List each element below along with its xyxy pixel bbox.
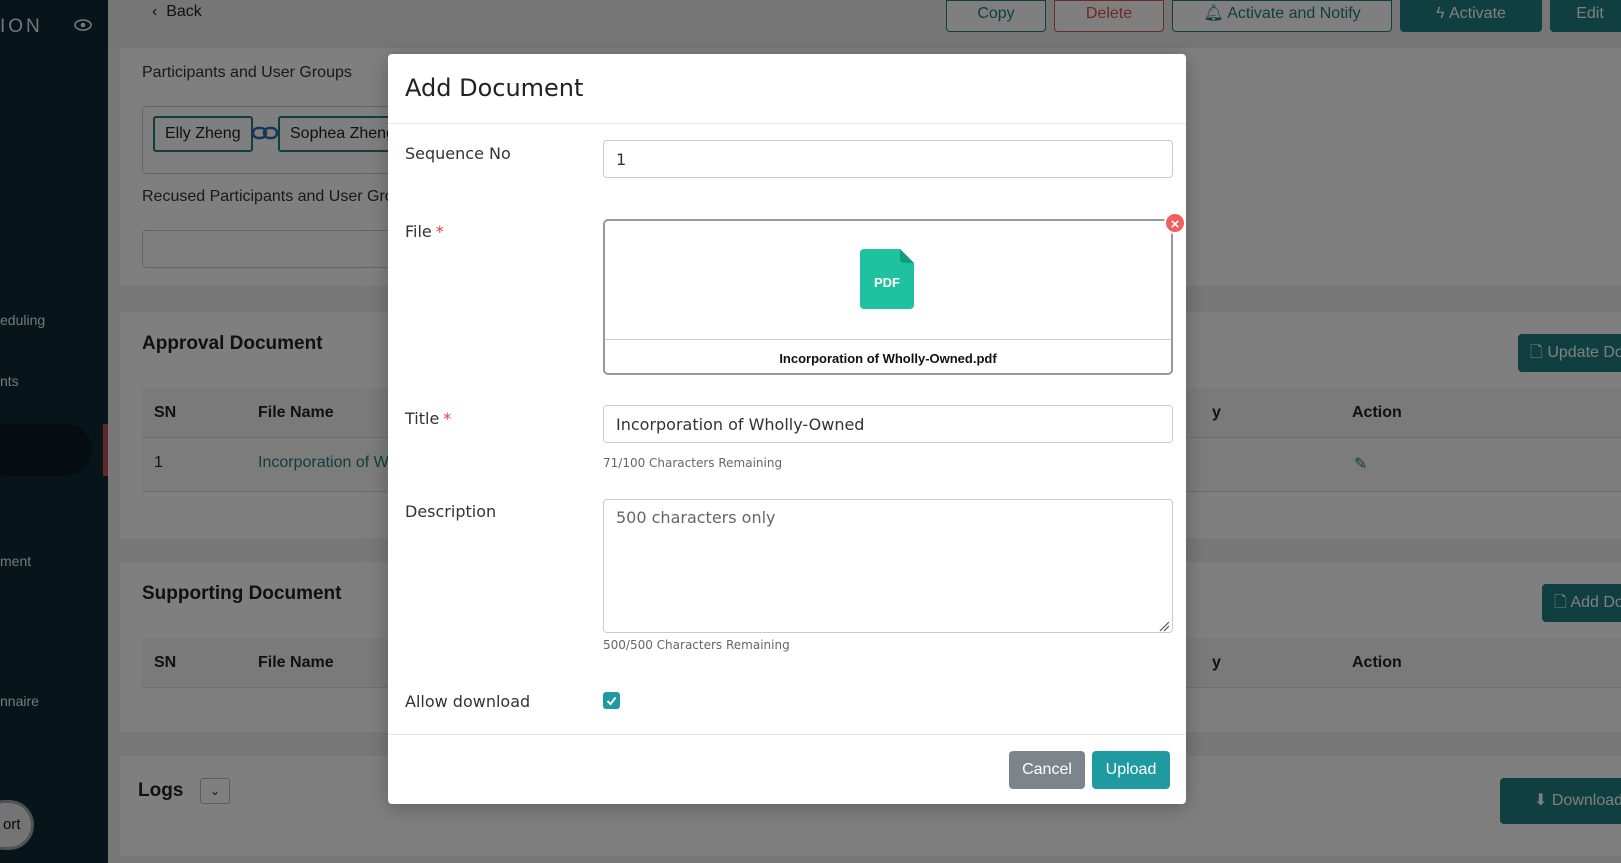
check-icon <box>606 696 617 706</box>
modal-footer-divider <box>388 734 1186 735</box>
upload-button[interactable]: Upload <box>1092 751 1170 789</box>
sequence-input[interactable] <box>603 140 1173 178</box>
description-textarea[interactable] <box>603 499 1173 633</box>
allow-download-checkbox[interactable] <box>603 692 620 709</box>
file-preview[interactable]: PDF Incorporation of Wholly-Owned.pdf <box>603 219 1173 375</box>
add-document-modal: Add Document Sequence No File* PDF Incor… <box>388 54 1186 804</box>
title-label: Title * <box>405 409 451 428</box>
file-name: Incorporation of Wholly-Owned.pdf <box>779 351 997 366</box>
sequence-label: Sequence No <box>405 144 511 163</box>
cancel-button[interactable]: Cancel <box>1009 751 1085 789</box>
required-marker: * <box>435 222 444 241</box>
title-label-text: Title <box>405 409 440 428</box>
file-label-text: File <box>405 222 432 241</box>
close-icon[interactable]: × <box>1164 212 1186 234</box>
modal-header: Add Document <box>388 54 1186 124</box>
file-divider <box>605 339 1171 340</box>
pdf-file-icon: PDF <box>860 249 914 309</box>
file-label: File * <box>405 222 444 241</box>
title-input[interactable] <box>603 405 1173 443</box>
required-marker: * <box>443 409 452 428</box>
allow-download-label: Allow download <box>405 692 531 711</box>
pdf-icon-text: PDF <box>874 275 900 290</box>
modal-title: Add Document <box>405 74 584 102</box>
description-char-count: 500/500 Characters Remaining <box>603 638 790 652</box>
title-char-count: 71/100 Characters Remaining <box>603 456 783 470</box>
description-label: Description <box>405 502 497 521</box>
resize-grip-icon[interactable] <box>1158 620 1170 632</box>
